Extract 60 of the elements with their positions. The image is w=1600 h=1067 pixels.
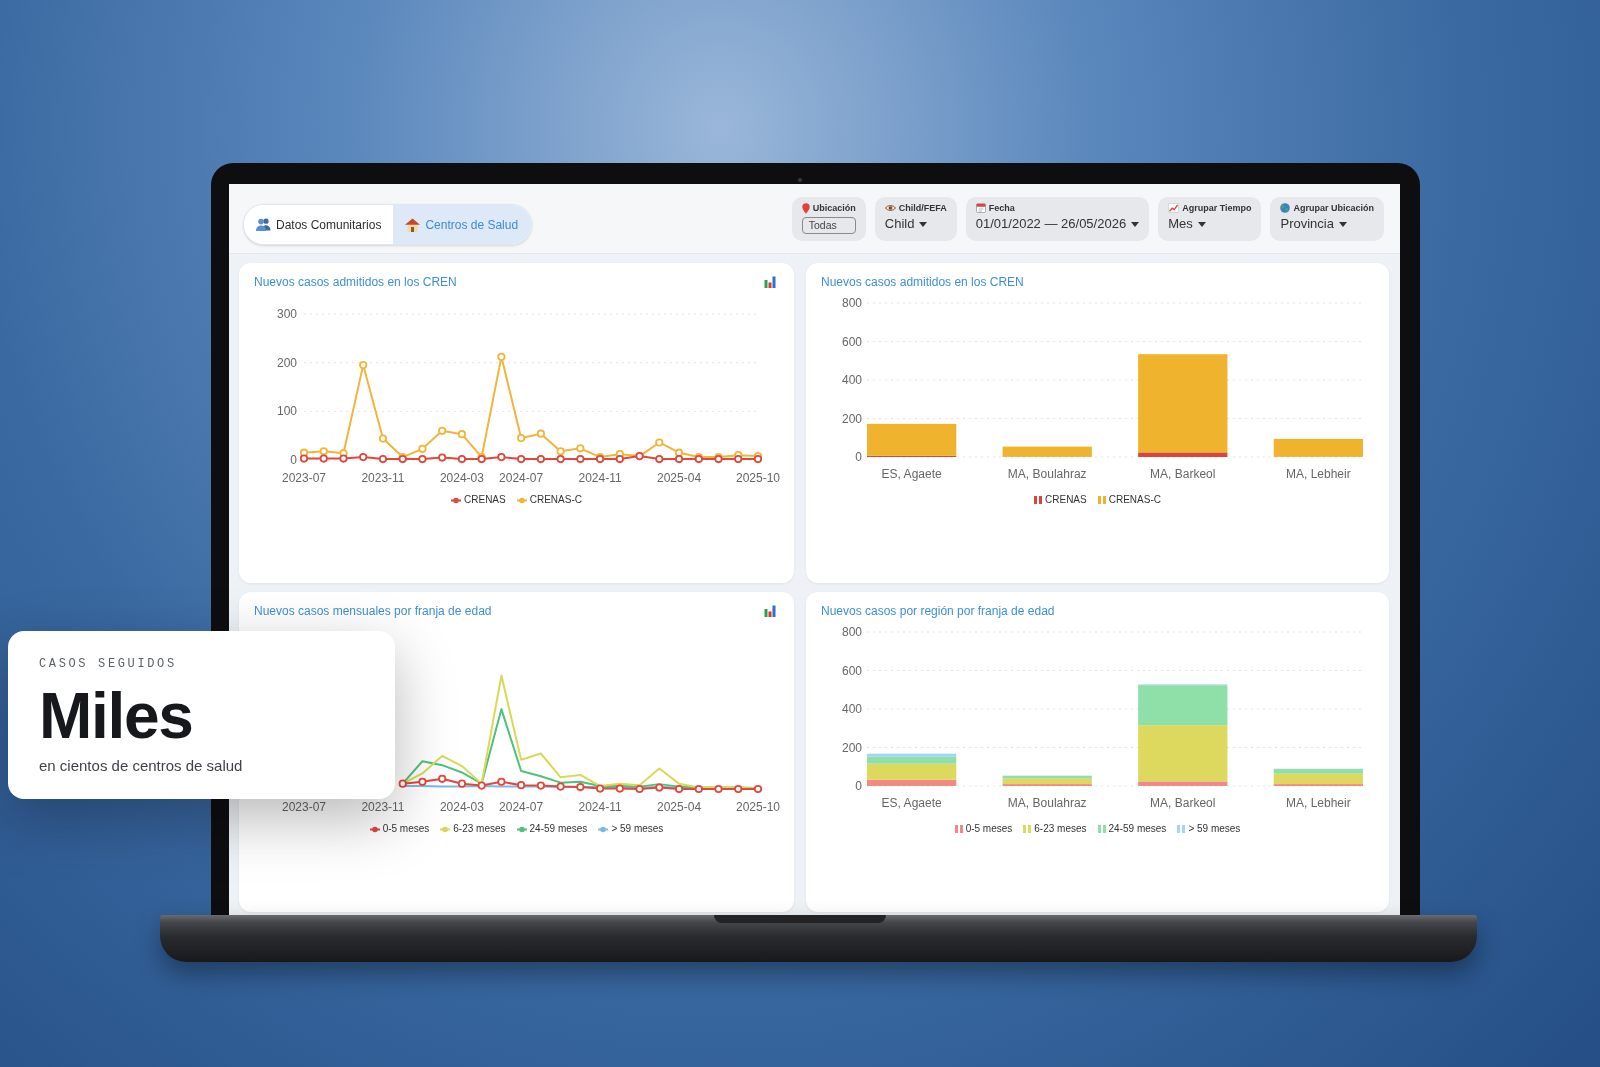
axis-label: 0 — [855, 450, 862, 464]
axis-label: MA, Lebheir — [1286, 796, 1351, 810]
chart-title: Nuevos casos admitidos en los CREN — [821, 274, 1024, 290]
axis-label: 2023-11 — [361, 800, 405, 814]
axis-label: 2024-07 — [499, 800, 544, 814]
axis-label: 300 — [276, 307, 297, 321]
legend-label: 6-23 meses — [453, 823, 506, 835]
filter-label: Fecha — [988, 203, 1015, 213]
axis-label: MA, Barkeol — [1150, 796, 1216, 810]
axis-label: 600 — [841, 663, 862, 678]
axis-label: 2024-03 — [439, 471, 484, 485]
axis-label: 600 — [841, 334, 862, 349]
legend-label: > 59 meses — [611, 823, 664, 835]
axis-label: MA, Barkeol — [1150, 467, 1216, 481]
axis-label: ES, Agaete — [881, 796, 942, 810]
legend-label: 0-5 meses — [382, 823, 430, 835]
axis-label: 2023-07 — [282, 800, 326, 814]
legend-label: CRENAS — [1045, 494, 1087, 506]
legend-label: CRENAS-C — [529, 494, 582, 506]
legend-label: 24-59 meses — [1108, 823, 1167, 835]
axis-label: 2025-10 — [736, 471, 780, 485]
chart-title: Nuevos casos por región por franja de edad — [821, 603, 1055, 619]
axis-label: 2024-03 — [439, 800, 484, 814]
legend-label: > 59 meses — [1188, 823, 1241, 835]
axis-label: MA, Boulahraz — [1007, 467, 1087, 481]
stat-label: CASOS SEGUIDOS — [39, 656, 177, 672]
axis-label: 2024-11 — [578, 471, 622, 485]
axis-label: 100 — [276, 404, 297, 419]
axis-label: 400 — [841, 373, 862, 387]
axis-label: 2023-11 — [361, 471, 405, 485]
legend-label: CRENAS — [464, 494, 506, 506]
chart-title: Nuevos casos admitidos en los CREN — [254, 274, 457, 290]
legend-label: 6-23 meses — [1034, 823, 1087, 835]
axis-label: 2025-04 — [657, 471, 702, 485]
chart-title: Nuevos casos mensuales por franja de edad — [254, 603, 492, 619]
axis-label: MA, Boulahraz — [1007, 796, 1087, 810]
filter-label: Ubicación — [812, 203, 856, 213]
axis-label: 200 — [276, 355, 297, 370]
axis-label: 2024-07 — [499, 471, 544, 485]
axis-label: 2025-10 — [736, 800, 780, 814]
stat-value: Miles — [39, 684, 193, 748]
axis-label: 800 — [841, 625, 862, 639]
filter-label: Child/FEFA — [898, 203, 947, 213]
axis-label: MA, Lebheir — [1286, 467, 1351, 481]
filter-label: Agrupar Ubicación — [1293, 203, 1374, 213]
stat-caption: en cientos de centros de salud — [39, 756, 243, 776]
filter-label: Agrupar Tiempo — [1182, 203, 1252, 213]
axis-label: ES, Agaete — [881, 467, 942, 481]
axis-label: 0 — [855, 779, 862, 793]
axis-label: 2024-11 — [578, 800, 622, 814]
legend-label: CRENAS-C — [1108, 494, 1161, 506]
axis-label: 200 — [841, 411, 862, 426]
axis-label: 0 — [290, 453, 297, 467]
legend-label: 0-5 meses — [965, 823, 1013, 835]
axis-label: 2025-04 — [657, 800, 702, 814]
axis-label: 800 — [841, 296, 862, 310]
axis-label: 2023-07 — [282, 471, 326, 485]
axis-label: 200 — [841, 740, 862, 755]
legend-label: 24-59 meses — [529, 823, 588, 835]
axis-label: 400 — [841, 702, 862, 716]
